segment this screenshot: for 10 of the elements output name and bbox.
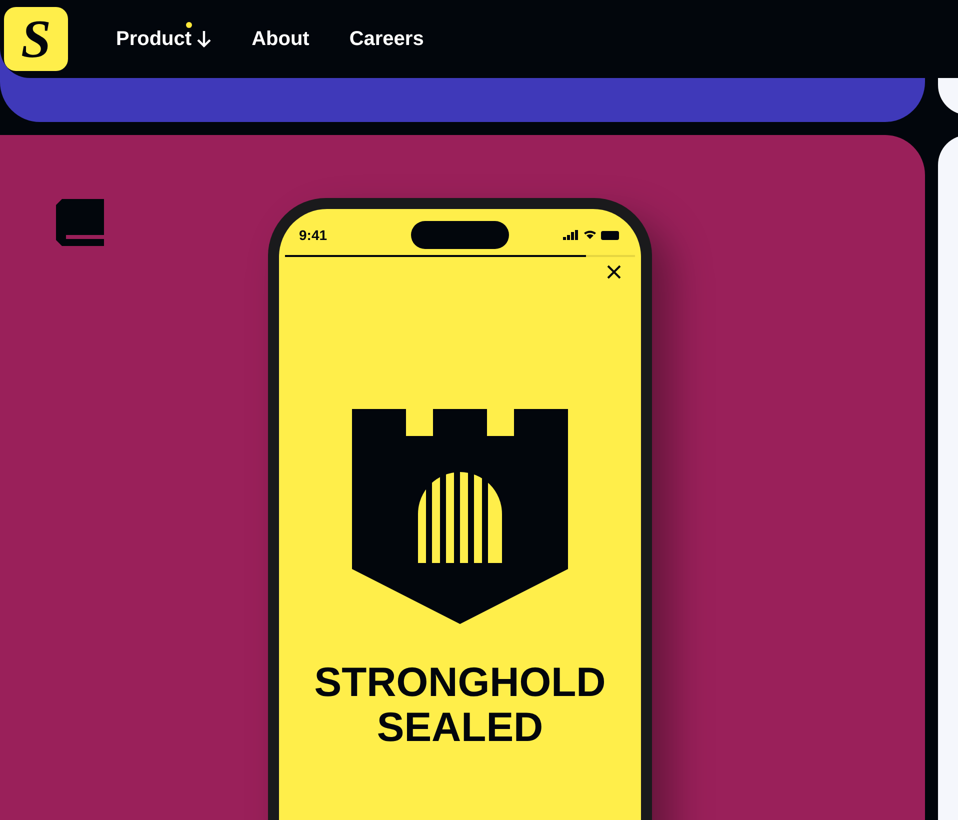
status-time: 9:41 bbox=[299, 226, 328, 244]
castle-shield-icon bbox=[352, 409, 568, 624]
logo[interactable]: S bbox=[4, 7, 68, 71]
screen-title: STRONGHOLD SEALED bbox=[313, 660, 607, 750]
nav-link[interactable]: Product bbox=[116, 24, 212, 54]
status-icons bbox=[561, 229, 621, 241]
book-icon bbox=[56, 199, 104, 246]
nav-link[interactable]: Careers bbox=[349, 24, 424, 54]
close-icon[interactable] bbox=[607, 265, 621, 279]
nav-link[interactable]: About bbox=[252, 24, 310, 54]
